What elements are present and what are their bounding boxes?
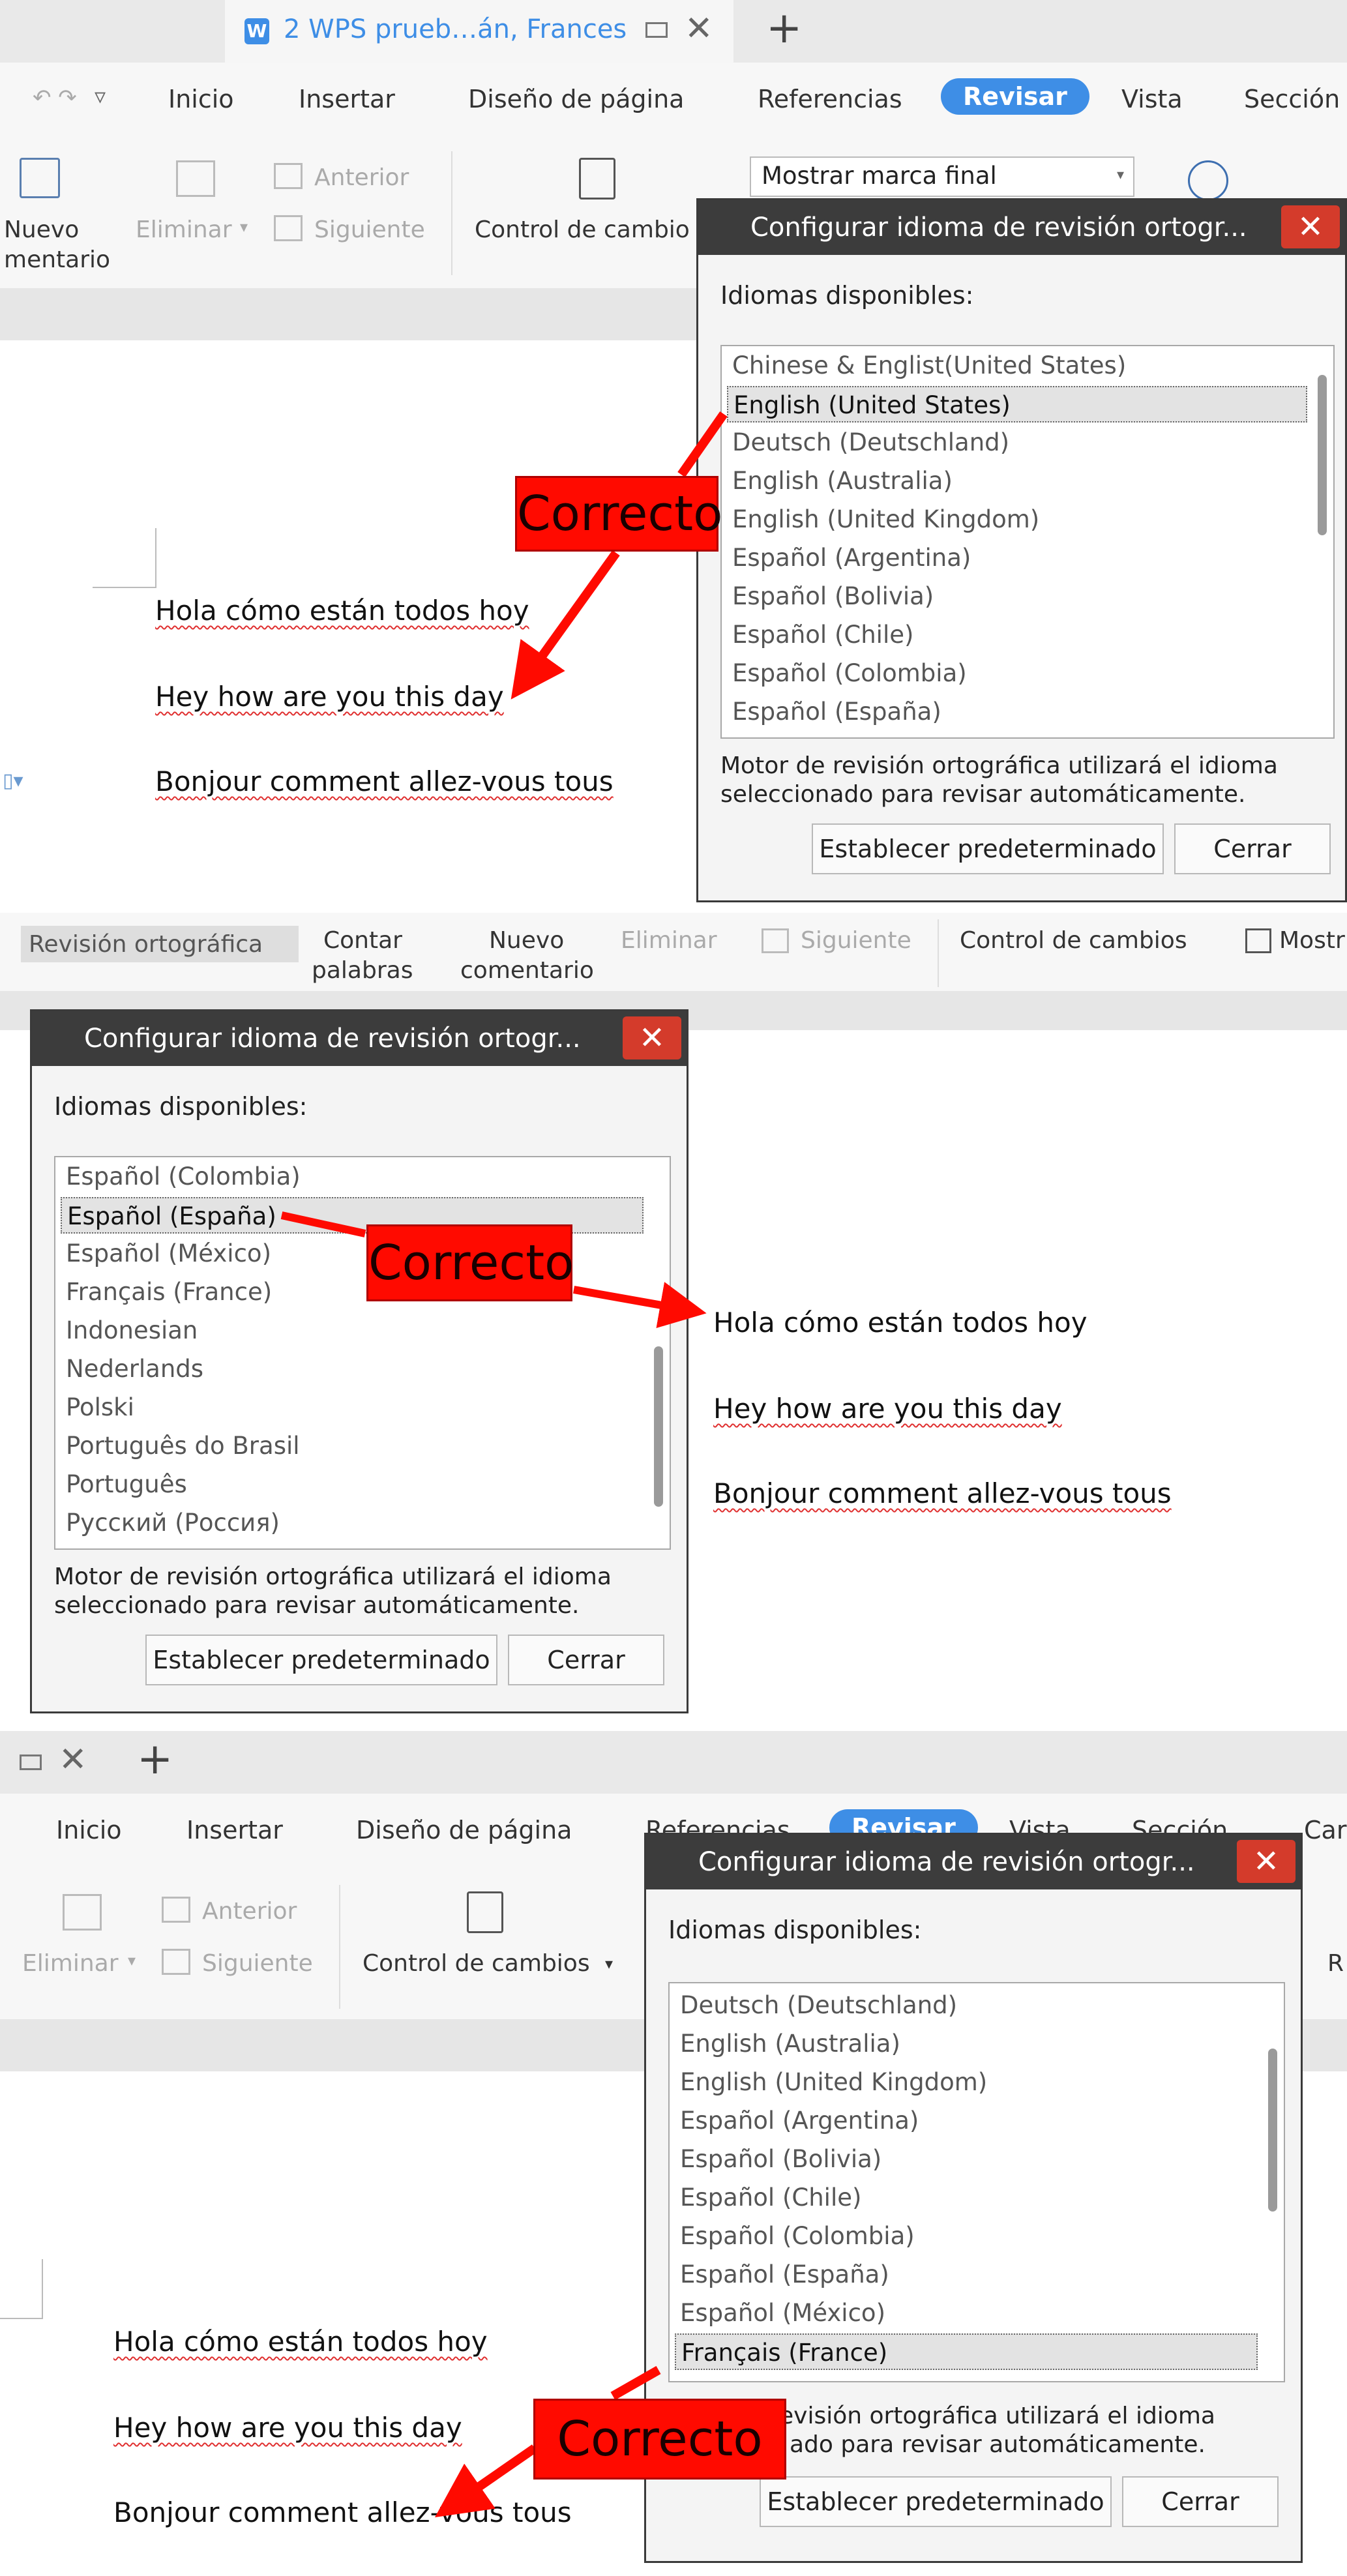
- callout-correcto: Correcto: [515, 476, 722, 552]
- screenshot-panel-1: W 2 WPS prueb…án, Frances ✕ + ➤ ↶ ↷ ▿ In…: [0, 0, 1347, 906]
- callout-correcto: Correcto: [366, 1224, 574, 1301]
- callout-correcto: Correcto: [533, 2399, 786, 2480]
- callout-arrow: [280, 1211, 707, 1329]
- screenshot-panel-3: ✕ + Inicio Insertar Diseño de página Ref…: [0, 1731, 1347, 2576]
- screenshot-panel-2: Revisión ortográfica Contar palabras Nue…: [0, 913, 1347, 1728]
- callout-arrow: [511, 411, 728, 700]
